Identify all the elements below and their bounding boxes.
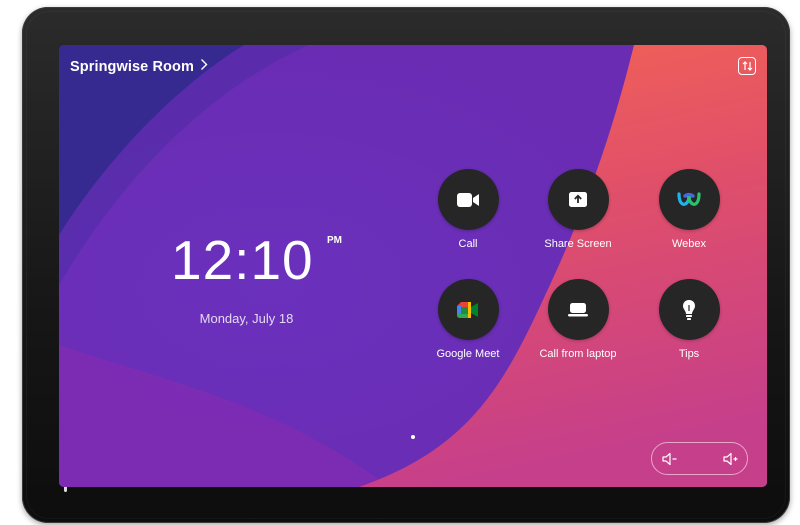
clock-period: PM (327, 235, 342, 246)
share-screen-label: Share Screen (544, 238, 612, 250)
call-from-laptop-label: Call from laptop (539, 348, 617, 360)
room-name-button[interactable]: Springwise Room (70, 58, 208, 75)
chevron-right-icon (200, 58, 208, 75)
webex-logo-icon (658, 169, 720, 230)
webex-label: Webex (671, 238, 707, 250)
page-indicator-dot[interactable] (411, 435, 415, 439)
call-button[interactable]: Call (418, 169, 518, 250)
google-meet-button[interactable]: Google Meet (418, 279, 518, 360)
clock-date: Monday, July 18 (199, 311, 294, 326)
share-screen-icon (547, 169, 609, 230)
volume-up-icon[interactable] (722, 451, 740, 467)
sort-icon[interactable] (738, 57, 756, 75)
google-meet-logo-icon (437, 279, 499, 340)
volume-down-icon[interactable] (661, 451, 679, 467)
tips-label: Tips (678, 348, 700, 360)
volume-control (651, 442, 748, 475)
wallpaper (59, 45, 767, 487)
webex-button[interactable]: Webex (639, 169, 739, 250)
laptop-icon (547, 279, 609, 340)
home-screen: Springwise Room 12:10 PM Monday, July 18… (59, 45, 767, 487)
clock: 12:10 PM (171, 229, 342, 291)
tips-button[interactable]: Tips (639, 279, 739, 360)
lightbulb-icon (658, 279, 720, 340)
room-name: Springwise Room (70, 58, 194, 75)
google-meet-label: Google Meet (436, 348, 500, 360)
call-label: Call (458, 238, 478, 250)
share-screen-button[interactable]: Share Screen (528, 169, 628, 250)
clock-time: 12:10 (171, 229, 314, 291)
video-camera-icon (437, 169, 499, 230)
call-from-laptop-button[interactable]: Call from laptop (528, 279, 628, 360)
